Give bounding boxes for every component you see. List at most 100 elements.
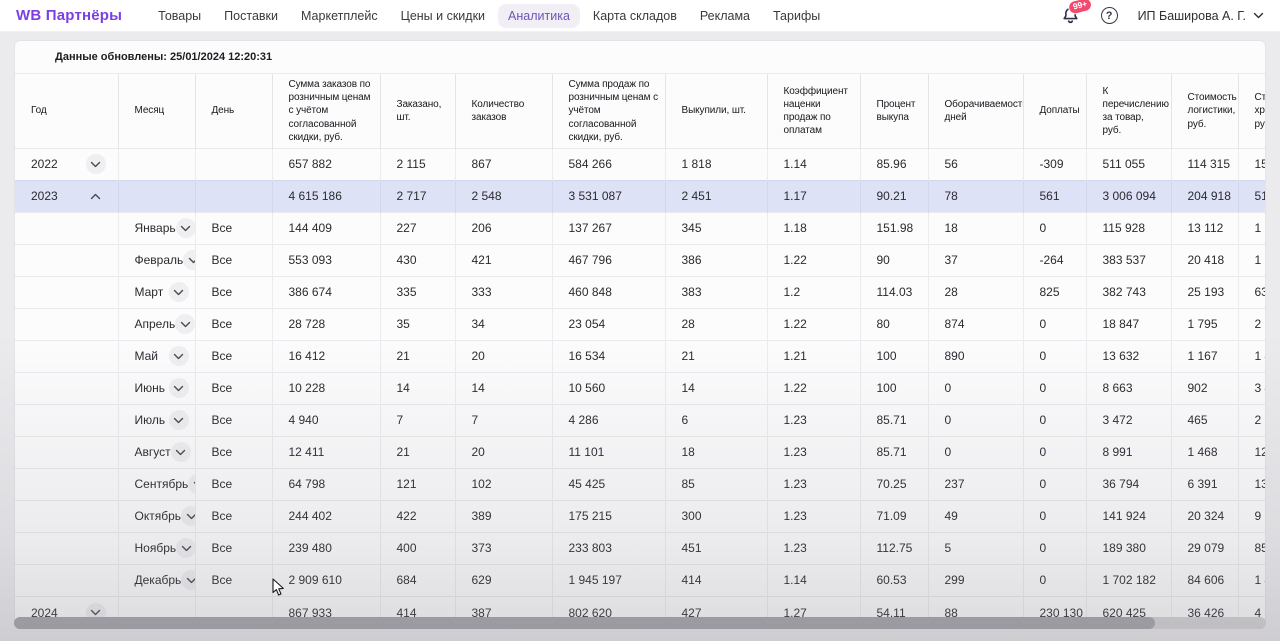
month-select[interactable]	[169, 410, 189, 430]
month-label: Июнь	[135, 381, 166, 395]
value-cell-10: 902	[1171, 372, 1238, 404]
nav-item-1[interactable]: Поставки	[214, 4, 288, 28]
value-cell-6: 90	[860, 244, 928, 276]
month-select[interactable]	[183, 250, 195, 270]
month-select[interactable]	[181, 506, 195, 526]
month-select[interactable]	[188, 474, 195, 494]
nav-item-2[interactable]: Маркетплейс	[291, 4, 388, 28]
value-cell-10: 6 391	[1171, 468, 1238, 500]
nav-item-5[interactable]: Карта складов	[583, 4, 687, 28]
month-cell	[118, 180, 195, 212]
month-select[interactable]	[169, 282, 189, 302]
year-cell	[15, 468, 118, 500]
horizontal-scrollbar[interactable]	[14, 617, 1266, 629]
value-cell-8: -309	[1023, 148, 1086, 180]
value-cell-7: 28	[928, 276, 1023, 308]
value-cell-11: 51 7	[1238, 180, 1265, 212]
value-cell-4: 14	[665, 372, 767, 404]
column-header-1: Месяц	[118, 74, 195, 148]
value-cell-6: 100	[860, 340, 928, 372]
table-row-12: НоябрьВсе239 480400373233 8034511.23112.…	[15, 532, 1265, 564]
chevron-down-icon	[90, 161, 101, 168]
month-select[interactable]	[169, 346, 189, 366]
column-header-14: Стоимость хранения, руб.	[1238, 74, 1265, 148]
month-select[interactable]	[181, 570, 195, 590]
nav-item-0[interactable]: Товары	[148, 4, 211, 28]
account-menu[interactable]: ИП Баширова А. Г.	[1138, 9, 1264, 23]
value-cell-1: 422	[380, 500, 455, 532]
value-cell-3: 45 425	[552, 468, 665, 500]
value-cell-3: 460 848	[552, 276, 665, 308]
day-cell: Все	[195, 308, 272, 340]
value-cell-0: 386 674	[272, 276, 380, 308]
month-label: Ноябрь	[135, 541, 177, 555]
year-expand-toggle[interactable]	[86, 186, 106, 206]
month-cell: Март	[118, 276, 195, 308]
value-cell-11: 2 38	[1238, 404, 1265, 436]
value-cell-7: 37	[928, 244, 1023, 276]
main-menu: ТоварыПоставкиМаркетплейсЦены и скидкиАн…	[148, 4, 833, 28]
month-select[interactable]	[171, 442, 191, 462]
column-header-9: Процент выкупа	[860, 74, 928, 148]
screen: WB Партнёры ТоварыПоставкиМаркетплейсЦен…	[0, 0, 1280, 641]
value-cell-2: 206	[455, 212, 552, 244]
notifications-button[interactable]: 99+	[1061, 6, 1081, 26]
nav-item-3[interactable]: Цены и скидки	[391, 4, 495, 28]
month-cell: Декабрь	[118, 564, 195, 596]
value-cell-7: 890	[928, 340, 1023, 372]
month-select[interactable]	[175, 314, 195, 334]
help-button[interactable]: ?	[1101, 7, 1118, 24]
value-cell-3: 175 215	[552, 500, 665, 532]
value-cell-6: 112.75	[860, 532, 928, 564]
chevron-down-icon	[180, 225, 191, 232]
value-cell-1: 335	[380, 276, 455, 308]
value-cell-11: 635	[1238, 276, 1265, 308]
account-name: ИП Баширова А. Г.	[1138, 9, 1246, 23]
year-cell	[15, 212, 118, 244]
value-cell-9: 18 847	[1086, 308, 1171, 340]
month-cell: Май	[118, 340, 195, 372]
table-row-1: 20234 615 1862 7172 5483 531 0872 4511.1…	[15, 180, 1265, 212]
value-cell-0: 144 409	[272, 212, 380, 244]
year-cell	[15, 500, 118, 532]
value-cell-9: 382 743	[1086, 276, 1171, 308]
value-cell-5: 1.23	[767, 468, 860, 500]
nav-item-7[interactable]: Тарифы	[763, 4, 830, 28]
nav-item-6[interactable]: Реклама	[690, 4, 760, 28]
column-header-12: К перечислению за товар, руб.	[1086, 74, 1171, 148]
value-cell-7: 299	[928, 564, 1023, 596]
value-cell-0: 239 480	[272, 532, 380, 564]
analytics-panel: Данные обновлены: 25/01/2024 12:20:31 Го…	[14, 40, 1266, 629]
year-cell: 2022	[15, 148, 118, 180]
value-cell-9: 115 928	[1086, 212, 1171, 244]
value-cell-2: 20	[455, 340, 552, 372]
month-label: Февраль	[135, 253, 184, 267]
value-cell-2: 333	[455, 276, 552, 308]
data-updated-bar: Данные обновлены: 25/01/2024 12:20:31	[15, 41, 1265, 74]
value-cell-8: 0	[1023, 404, 1086, 436]
year-expand-toggle[interactable]	[86, 154, 106, 174]
day-cell: Все	[195, 212, 272, 244]
value-cell-7: 49	[928, 500, 1023, 532]
value-cell-3: 4 286	[552, 404, 665, 436]
month-cell: Сентябрь	[118, 468, 195, 500]
value-cell-4: 383	[665, 276, 767, 308]
month-select[interactable]	[169, 378, 189, 398]
month-select[interactable]	[176, 218, 195, 238]
value-cell-11: 1 95	[1238, 244, 1265, 276]
chevron-up-icon	[90, 193, 101, 200]
value-cell-3: 3 531 087	[552, 180, 665, 212]
nav-right: 99+ ? ИП Баширова А. Г.	[1061, 6, 1264, 26]
value-cell-5: 1.2	[767, 276, 860, 308]
scrollbar-thumb[interactable]	[14, 617, 1155, 629]
nav-item-4[interactable]: Аналитика	[498, 4, 580, 28]
value-cell-0: 10 228	[272, 372, 380, 404]
value-cell-8: -264	[1023, 244, 1086, 276]
value-cell-2: 7	[455, 404, 552, 436]
value-cell-6: 80	[860, 308, 928, 340]
app-logo[interactable]: WB Партнёры	[16, 7, 122, 24]
value-cell-8: 0	[1023, 308, 1086, 340]
value-cell-6: 70.25	[860, 468, 928, 500]
year-label: 2022	[31, 157, 58, 171]
month-select[interactable]	[176, 538, 195, 558]
